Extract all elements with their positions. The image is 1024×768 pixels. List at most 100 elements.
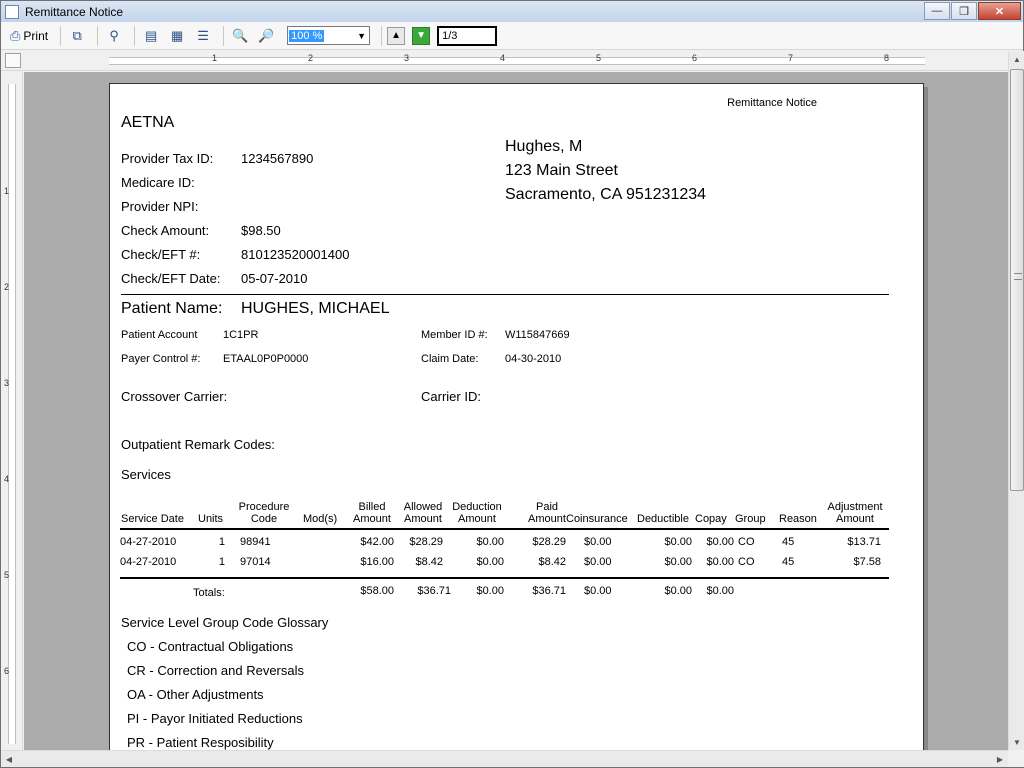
zoom-out-icon: 🔍: [232, 27, 249, 43]
close-button[interactable]: ✕: [978, 2, 1021, 20]
next-page-button[interactable]: ▼: [412, 26, 431, 45]
patient-account-value: 1C1PR: [223, 329, 259, 341]
table-row: 04-27-2010 1 97014 $16.00 $8.42 $0.00 $8…: [120, 553, 889, 573]
remittance-window: Remittance Notice — ❐ ✕ ⎙ Print ⧉ ⚲ ▤ ▦ …: [0, 0, 1024, 768]
header-line: Amount: [353, 513, 391, 525]
horizontal-scrollbar[interactable]: ◀ ▶: [1, 750, 1008, 767]
services-label: Services: [121, 467, 171, 482]
table-row: 04-27-2010 1 98941 $42.00 $28.29 $0.00 $…: [120, 533, 889, 553]
cell-procedure: 98941: [240, 536, 271, 548]
check-eft-date-row: Check/EFT Date: 05-07-2010: [121, 271, 308, 286]
chevron-down-icon: ▼: [357, 30, 367, 41]
zoom-in-icon: 🔎: [258, 27, 275, 43]
scroll-left-icon[interactable]: ◀: [1, 751, 17, 767]
scroll-down-icon[interactable]: ▼: [1009, 734, 1024, 750]
field-label: Medicare ID:: [121, 175, 195, 190]
page-number-input[interactable]: 1/3: [437, 25, 498, 46]
provider-npi-row: Provider NPI:: [121, 199, 241, 214]
multi-page-button[interactable]: ▦: [166, 25, 188, 47]
outpatient-remark-label: Outpatient Remark Codes:: [121, 437, 275, 452]
totals-row: Totals: $58.00 $36.71 $0.00 $36.71 $0.00…: [120, 577, 889, 599]
ruler-mark: 2: [4, 282, 10, 292]
cell-deduction: $0.00: [476, 556, 504, 568]
field-value: 05-07-2010: [241, 271, 308, 286]
crossover-carrier-label: Crossover Carrier:: [121, 389, 228, 404]
cell-coinsurance: $0.00: [584, 556, 612, 568]
member-id-value: W115847669: [505, 329, 570, 341]
multi-page-icon: ▦: [170, 27, 184, 43]
single-page-button[interactable]: ▤: [140, 25, 162, 47]
cell-reason: 45: [782, 536, 795, 548]
field-value: 810123520001400: [241, 247, 350, 262]
payer-name: AETNA: [121, 114, 175, 131]
ruler-mark: 2: [308, 53, 314, 63]
payer-control-label: Payer Control #:: [121, 353, 201, 365]
total-allowed: $36.71: [417, 585, 451, 597]
continuous-icon: ☰: [197, 27, 209, 43]
grip-icon: [1014, 273, 1022, 280]
title-bar[interactable]: Remittance Notice — ❐ ✕: [1, 1, 1023, 22]
cell-group: CO: [738, 556, 755, 568]
services-table: Service Date Units Procedure Code Mod(s)…: [120, 497, 889, 599]
cell-reason: 45: [782, 556, 795, 568]
ruler-mark: 1: [4, 186, 10, 196]
field-label: Check/EFT Date:: [121, 271, 221, 286]
zoom-select[interactable]: 100 % ▼: [287, 26, 371, 45]
header-copay: Copay: [695, 513, 727, 525]
address-street: 123 Main Street: [505, 162, 618, 179]
cell-billed: $16.00: [360, 556, 394, 568]
app-icon: [5, 4, 19, 19]
glossary-item: CO - Contractual Obligations: [127, 639, 294, 654]
cell-copay: $0.00: [706, 556, 734, 568]
header-line: Adjustment: [827, 501, 883, 513]
header-reason: Reason: [779, 513, 817, 525]
cell-group: CO: [738, 536, 755, 548]
header-units: Units: [198, 513, 224, 525]
copy-button[interactable]: ⧉: [66, 25, 88, 47]
field-label: Provider NPI:: [121, 199, 199, 214]
toolbar: ⎙ Print ⧉ ⚲ ▤ ▦ ☰ 🔍 🔎 100 % ▼ ▲ ▼ 1/3: [1, 22, 1023, 50]
glossary-item: CR - Correction and Reversals: [127, 663, 305, 678]
field-label: Check Amount:: [121, 223, 210, 238]
patient-account-label: Patient Account: [121, 329, 198, 341]
total-coinsurance: $0.00: [584, 585, 612, 597]
cell-adjustment: $13.71: [847, 536, 881, 548]
header-procedure-code: Procedure Code: [234, 501, 294, 525]
single-page-icon: ▤: [144, 27, 158, 43]
claim-date-label: Claim Date:: [421, 353, 479, 365]
ruler-mark: 4: [500, 53, 506, 63]
totals-label: Totals:: [193, 587, 225, 599]
zoom-in-button[interactable]: 🔎: [255, 25, 277, 47]
vertical-ruler-track: [8, 84, 16, 744]
header-line: Amount: [458, 513, 496, 525]
total-billed: $58.00: [360, 585, 394, 597]
print-button[interactable]: ⎙ Print: [7, 25, 51, 47]
header-line: Allowed: [403, 501, 443, 513]
ruler-mark: 7: [788, 53, 794, 63]
window-title: Remittance Notice: [25, 4, 124, 19]
table-header: Service Date Units Procedure Code Mod(s)…: [120, 497, 889, 530]
member-id-label: Member ID #:: [421, 329, 488, 341]
patient-name-label: Patient Name:: [121, 300, 223, 317]
scroll-right-icon[interactable]: ▶: [992, 751, 1008, 767]
scroll-up-icon[interactable]: ▲: [1009, 51, 1024, 67]
find-button[interactable]: ⚲: [103, 25, 125, 47]
ruler-mark: 8: [884, 53, 890, 63]
cell-deduction: $0.00: [476, 536, 504, 548]
continuous-button[interactable]: ☰: [192, 25, 214, 47]
vertical-scrollbar[interactable]: ▲ ▼: [1008, 51, 1024, 750]
section-divider: [121, 294, 889, 295]
toolbar-separator: [381, 25, 383, 46]
header-deduction-amount: Deduction Amount: [450, 501, 504, 525]
zoom-out-button[interactable]: 🔍: [229, 25, 251, 47]
glossary-title: Service Level Group Code Glossary: [121, 615, 329, 630]
report-page: Remittance Notice AETNA Provider Tax ID:…: [109, 83, 924, 750]
ruler-mark: 6: [692, 53, 698, 63]
maximize-button[interactable]: ❐: [951, 2, 977, 20]
preview-canvas[interactable]: Remittance Notice AETNA Provider Tax ID:…: [24, 72, 1008, 750]
previous-page-button[interactable]: ▲: [387, 26, 406, 45]
field-value: 1234567890: [241, 151, 314, 166]
minimize-button[interactable]: —: [924, 2, 950, 20]
toolbar-separator: [223, 25, 225, 46]
scrollbar-thumb[interactable]: [1010, 69, 1024, 491]
